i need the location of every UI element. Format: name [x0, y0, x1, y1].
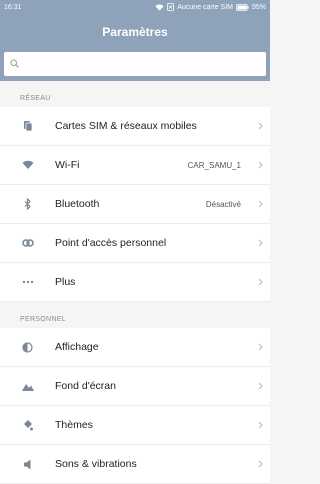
section-personnel: PERSONNEL Affichage Fond d'écran Thèmes	[0, 302, 270, 484]
item-value: CAR_SAMU_1	[187, 160, 241, 170]
battery-icon	[236, 3, 249, 11]
chevron-right-icon	[250, 161, 270, 169]
section-label: RÉSEAU	[20, 95, 51, 102]
display-icon	[0, 341, 55, 353]
carrier-text: Aucune carte SIM	[177, 3, 233, 11]
search-input[interactable]	[4, 52, 266, 76]
no-sim-icon	[167, 3, 175, 11]
item-label: Affichage	[55, 341, 99, 353]
settings-item-more[interactable]: Plus	[0, 263, 270, 302]
item-label: Fond d'écran	[55, 380, 116, 392]
search-icon	[10, 55, 19, 73]
chevron-right-icon	[250, 382, 270, 390]
settings-item-bluetooth[interactable]: Bluetooth Désactivé	[0, 185, 270, 224]
status-time: 16:31	[4, 3, 22, 11]
search-area	[0, 50, 270, 81]
app-header: Paramètres	[0, 14, 270, 50]
item-label: Thèmes	[55, 419, 93, 431]
settings-item-hotspot[interactable]: Point d'accès personnel	[0, 224, 270, 263]
chevron-right-icon	[250, 421, 270, 429]
item-label: Point d'accès personnel	[55, 237, 167, 249]
sound-icon	[0, 459, 55, 470]
battery-percent: 95%	[251, 3, 266, 11]
status-bar: 16:31 Aucune carte SIM 95%	[0, 0, 270, 14]
item-label: Sons & vibrations	[55, 458, 137, 470]
settings-item-sim[interactable]: Cartes SIM & réseaux mobiles	[0, 107, 270, 146]
bluetooth-icon	[0, 198, 55, 210]
chevron-right-icon	[250, 278, 270, 286]
settings-item-sound[interactable]: Sons & vibrations	[0, 445, 270, 484]
themes-icon	[0, 419, 55, 431]
section-reseau: RÉSEAU Cartes SIM & réseaux mobiles Wi-F…	[0, 81, 270, 302]
settings-item-themes[interactable]: Thèmes	[0, 406, 270, 445]
wifi-icon	[0, 160, 55, 170]
chevron-right-icon	[250, 343, 270, 351]
hotspot-icon	[0, 238, 55, 248]
chevron-right-icon	[250, 239, 270, 247]
item-label: Plus	[55, 276, 76, 288]
sim-card-icon	[0, 120, 55, 132]
item-value: Désactivé	[205, 199, 241, 209]
chevron-right-icon	[250, 460, 270, 468]
item-label: Cartes SIM & réseaux mobiles	[55, 120, 197, 132]
settings-item-wallpaper[interactable]: Fond d'écran	[0, 367, 270, 406]
section-label: PERSONNEL	[20, 316, 66, 323]
settings-item-wifi[interactable]: Wi-Fi CAR_SAMU_1	[0, 146, 270, 185]
settings-item-display[interactable]: Affichage	[0, 328, 270, 367]
item-label: Bluetooth	[55, 198, 100, 210]
wallpaper-icon	[0, 382, 55, 391]
chevron-right-icon	[250, 122, 270, 130]
wifi-status-icon	[155, 3, 165, 11]
item-label: Wi-Fi	[55, 159, 80, 171]
more-dots-icon	[0, 280, 55, 284]
page-title: Paramètres	[102, 25, 168, 39]
chevron-right-icon	[250, 200, 270, 208]
